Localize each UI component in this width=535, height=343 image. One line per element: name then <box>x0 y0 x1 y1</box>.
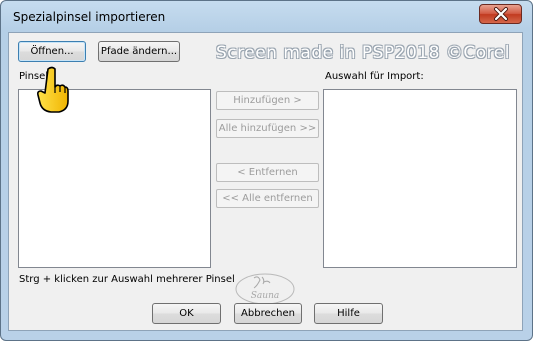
close-icon <box>493 7 508 21</box>
add-button[interactable]: Hinzufügen > <box>216 91 319 110</box>
add-all-button[interactable]: Alle hinzufügen >> <box>216 119 319 138</box>
multi-select-hint: Strg + klicken zur Auswahl mehrerer Pins… <box>19 274 235 285</box>
pointing-hand-icon <box>37 66 69 113</box>
svg-text:Sauna: Sauna <box>251 291 280 301</box>
import-selection-label: Auswahl für Import: <box>325 71 424 82</box>
watermark-text: Screen made in PSP2018 ©Corel <box>216 43 510 63</box>
help-button[interactable]: Hilfe <box>314 303 383 324</box>
remove-button[interactable]: < Entfernen <box>216 163 319 182</box>
title-bar: Spezialpinsel importieren <box>1 1 532 33</box>
change-paths-button[interactable]: Pfade ändern... <box>98 41 180 62</box>
close-button[interactable] <box>479 4 522 24</box>
signature-logo: Sauna <box>235 273 295 305</box>
brushes-list[interactable] <box>18 89 211 268</box>
remove-all-button[interactable]: << Alle entfernen <box>216 189 319 208</box>
import-selection-list[interactable] <box>323 89 517 268</box>
window-title: Spezialpinsel importieren <box>13 10 166 24</box>
cancel-button[interactable]: Abbrechen <box>234 303 302 324</box>
open-button[interactable]: Öffnen... <box>18 41 86 62</box>
ok-button[interactable]: OK <box>152 303 221 324</box>
